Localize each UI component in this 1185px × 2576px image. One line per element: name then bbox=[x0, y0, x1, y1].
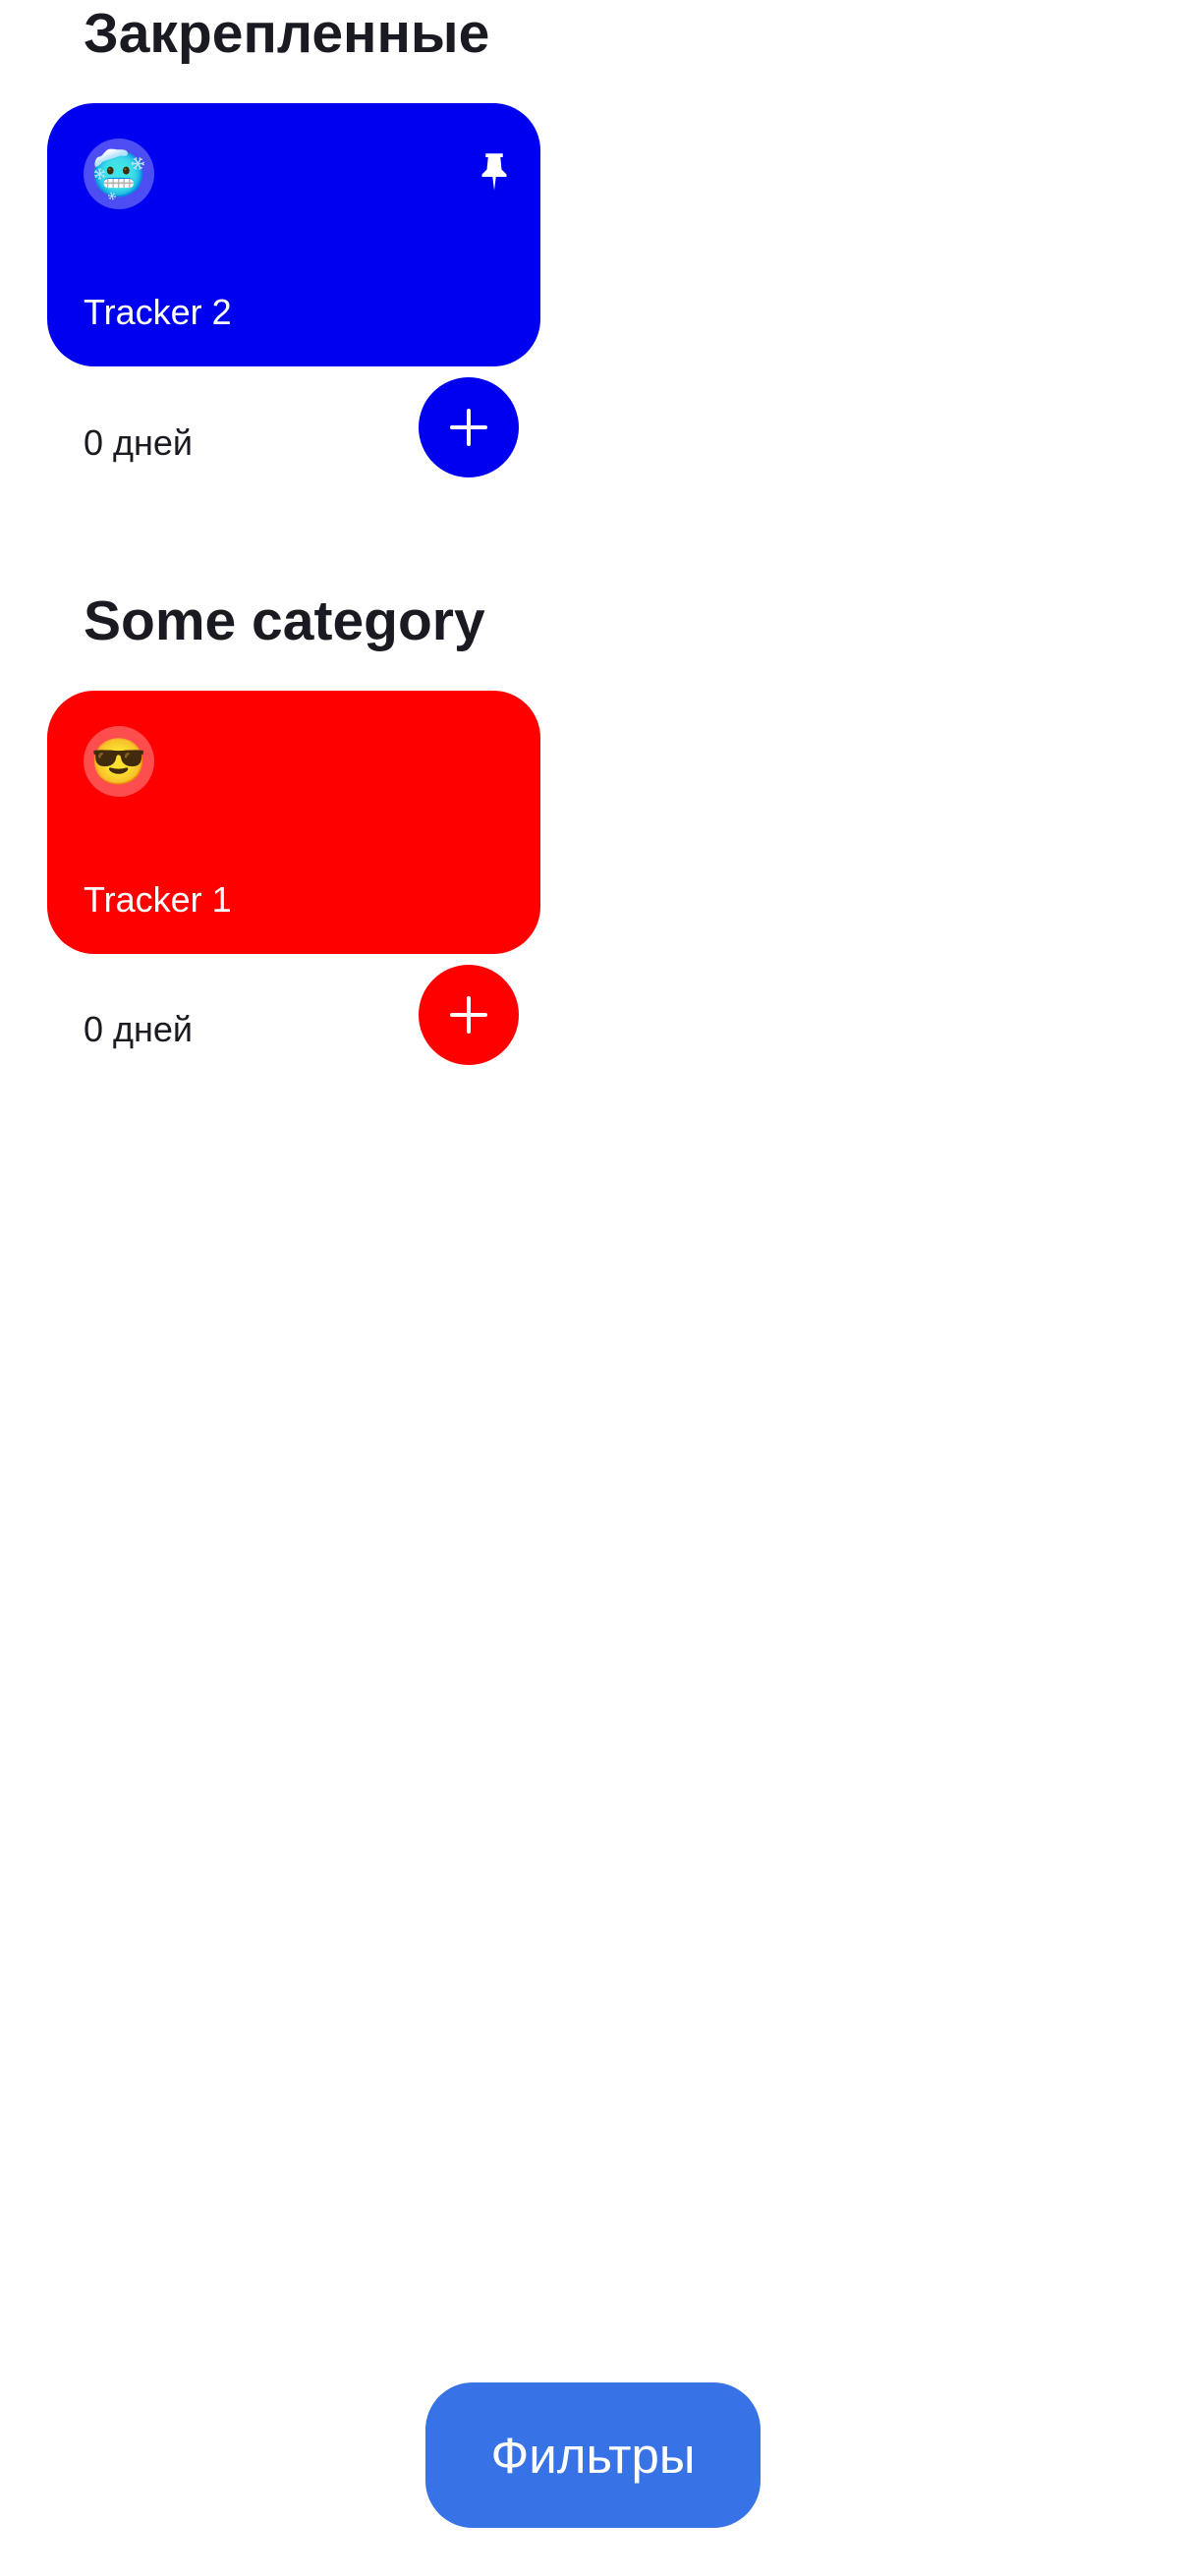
filters-button[interactable]: Фильтры bbox=[425, 2382, 761, 2528]
tracker-emoji: 😎 bbox=[84, 726, 154, 797]
plus-icon bbox=[450, 996, 487, 1034]
section-title-some-category: Some category bbox=[84, 589, 485, 652]
plus-icon bbox=[450, 409, 487, 446]
pin-icon bbox=[481, 153, 507, 191]
tracker-days-count: 0 дней bbox=[84, 422, 194, 463]
complete-tracker-button[interactable] bbox=[419, 377, 519, 477]
tracker-name: Tracker 2 bbox=[84, 292, 232, 332]
tracker-days-count: 0 дней bbox=[84, 1009, 194, 1049]
tracker-card-tracker-2[interactable]: 🥶 Tracker 2 bbox=[47, 103, 540, 366]
complete-tracker-button[interactable] bbox=[419, 965, 519, 1065]
section-title-pinned: Закрепленные bbox=[84, 2, 490, 65]
tracker-card-tracker-1[interactable]: 😎 Tracker 1 bbox=[47, 691, 540, 954]
tracker-emoji: 🥶 bbox=[84, 139, 154, 209]
tracker-name: Tracker 1 bbox=[84, 879, 232, 920]
